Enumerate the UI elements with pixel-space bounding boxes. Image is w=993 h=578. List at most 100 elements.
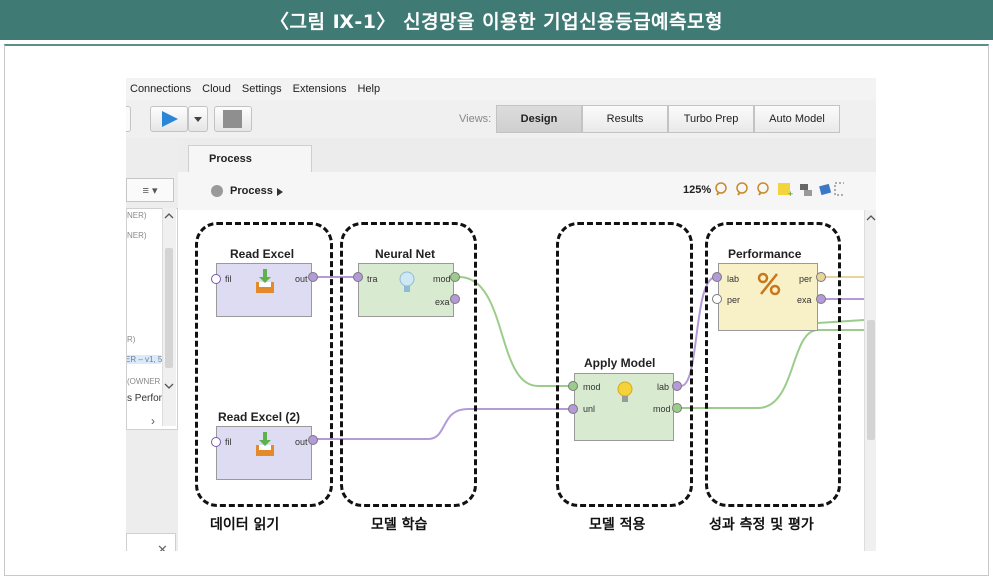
caption-model-apply: 모델 적용: [589, 517, 646, 533]
repository-panel: ≡ ▾ NER) NER) R) ER – v1, 5 (OWNER s Per…: [126, 138, 179, 551]
lightbulb-icon: [617, 381, 633, 402]
input-port[interactable]: [211, 274, 221, 284]
app-screenshot: Connections Cloud Settings Extensions He…: [126, 78, 876, 551]
operator-read-excel-2[interactable]: fil out: [216, 426, 312, 480]
input-port[interactable]: [353, 272, 363, 282]
list-item-selected[interactable]: ER – v1, 5: [127, 355, 162, 364]
process-breadcrumb-bar: Process 125% +: [178, 172, 876, 211]
port-label: exa: [435, 297, 450, 307]
caption-performance: 성과 측정 및 평가: [709, 517, 814, 533]
chevron-up-icon: [164, 213, 174, 219]
port-label: exa: [797, 295, 812, 305]
input-port[interactable]: [211, 437, 221, 447]
run-dropdown-button[interactable]: [188, 106, 208, 132]
port-label: fil: [225, 274, 232, 284]
operator-read-excel[interactable]: fil out: [216, 263, 312, 317]
nav-arrow[interactable]: ›: [151, 414, 155, 428]
view-turboprep-button[interactable]: Turbo Prep: [668, 105, 754, 133]
lightbulb-icon: [399, 271, 415, 292]
port-label: per: [799, 274, 813, 284]
views-label: Views:: [459, 113, 492, 125]
menu-help[interactable]: Help: [357, 83, 380, 95]
input-port[interactable]: [712, 272, 722, 282]
stop-icon: [223, 110, 242, 128]
port-label: out: [295, 437, 308, 447]
port-label: mod: [653, 404, 671, 414]
operator-title: Read Excel (2): [218, 410, 301, 424]
menu-cloud[interactable]: Cloud: [202, 83, 231, 95]
excel-import-icon: [256, 432, 274, 456]
operator-apply-model[interactable]: mod unl lab mod: [574, 373, 674, 441]
svg-text:+: +: [788, 189, 793, 199]
zoom-out-icon: [736, 182, 748, 196]
chevron-down-icon: [194, 117, 202, 122]
port-label: fil: [225, 437, 232, 447]
input-port[interactable]: [568, 381, 578, 391]
port-label: lab: [727, 274, 740, 284]
port-label: lab: [657, 382, 670, 392]
canvas-tools: +: [715, 182, 844, 199]
output-port[interactable]: [308, 435, 318, 445]
menu-settings[interactable]: Settings: [242, 83, 282, 95]
arrange-icon: [800, 184, 812, 196]
search-field[interactable]: ✕: [126, 533, 176, 551]
port-label: unl: [583, 404, 596, 414]
tab-process[interactable]: Process: [188, 145, 312, 172]
zoom-in-icon: [715, 182, 727, 196]
output-port[interactable]: [450, 294, 460, 304]
output-port[interactable]: [308, 272, 318, 282]
chevron-down-icon: [164, 383, 174, 389]
input-port[interactable]: [712, 294, 722, 304]
repository-scrollbar[interactable]: [162, 208, 176, 426]
list-item[interactable]: (OWNER: [127, 377, 160, 386]
close-icon[interactable]: ✕: [157, 542, 168, 551]
caption-model-train: 모델 학습: [371, 517, 428, 533]
menu-extensions[interactable]: Extensions: [293, 83, 347, 95]
canvas-scrollbar[interactable]: [864, 210, 876, 551]
toolbar: Views: Design Results Turbo Prep Auto Mo…: [126, 100, 876, 139]
operator-neural-net[interactable]: tra mod exa: [358, 263, 454, 317]
note-icon: +: [778, 183, 793, 199]
menu-connections[interactable]: Connections: [130, 83, 191, 95]
stop-button[interactable]: [214, 106, 252, 132]
list-item[interactable]: NER): [127, 211, 147, 220]
play-icon: [162, 111, 178, 127]
editor-tabstrip: Process: [178, 138, 876, 172]
breadcrumb[interactable]: Process: [230, 185, 273, 197]
percent-icon: [757, 272, 781, 296]
grid-icon: [834, 182, 844, 196]
port-label: mod: [583, 382, 601, 392]
operator-title: Read Excel: [230, 247, 295, 261]
port-label: mod: [433, 274, 451, 284]
caption-data-read: 데이터 읽기: [210, 517, 280, 533]
toolbar-clipped-button[interactable]: [126, 106, 131, 132]
view-results-button[interactable]: Results: [582, 105, 668, 133]
zoom-level: 125%: [683, 184, 712, 196]
operator-title: Apply Model: [584, 356, 656, 370]
operator-title: Performance: [728, 247, 802, 261]
scrollbar-thumb[interactable]: [867, 320, 875, 440]
input-port[interactable]: [568, 404, 578, 414]
output-port[interactable]: [816, 272, 826, 282]
figure-title: 〈그림 Ⅸ-1〉 신경망을 이용한 기업신용등급예측모형: [0, 0, 993, 40]
panel-menu-combo[interactable]: ≡ ▾: [126, 178, 174, 202]
scrollbar-thumb[interactable]: [165, 248, 173, 368]
list-item[interactable]: R): [127, 335, 135, 344]
excel-import-icon: [256, 269, 274, 293]
process-canvas[interactable]: Read Excel fil out Read Excel (2) fil ou…: [178, 210, 864, 551]
menu-bar: Connections Cloud Settings Extensions He…: [126, 78, 876, 100]
list-item[interactable]: s Perfor: [127, 393, 162, 404]
view-automodel-button[interactable]: Auto Model: [754, 105, 840, 133]
list-item[interactable]: NER): [127, 231, 147, 240]
output-port[interactable]: [450, 272, 460, 282]
view-design-button[interactable]: Design: [496, 105, 582, 133]
output-port[interactable]: [672, 403, 682, 413]
output-port[interactable]: [816, 294, 826, 304]
process-icon: [211, 185, 223, 197]
operator-performance[interactable]: lab per per exa: [718, 263, 818, 331]
chevron-up-icon: [866, 215, 876, 221]
palette-icon: [819, 183, 832, 196]
run-button[interactable]: [150, 106, 188, 132]
output-port[interactable]: [672, 381, 682, 391]
operator-title: Neural Net: [375, 247, 436, 261]
